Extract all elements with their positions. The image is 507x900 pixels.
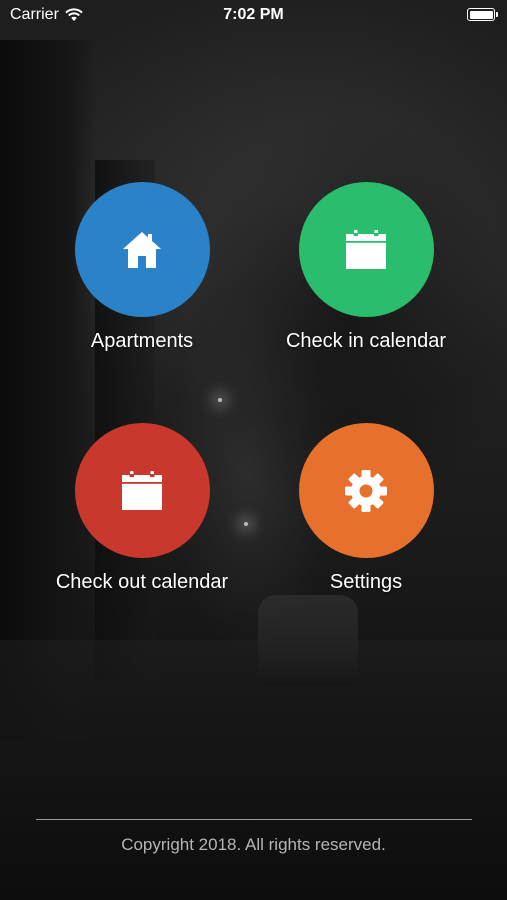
- status-time: 7:02 PM: [223, 6, 284, 23]
- battery-fill: [469, 10, 493, 19]
- calendar-icon: [345, 229, 387, 271]
- check-out-calendar-button[interactable]: Check out calendar: [27, 423, 257, 594]
- gear-icon: [343, 468, 389, 514]
- apartments-circle: [74, 182, 210, 317]
- calendar-icon: [121, 470, 163, 512]
- apartments-button[interactable]: Apartments: [27, 182, 257, 353]
- status-bar: Carrier 7:02 PM: [0, 0, 507, 30]
- settings-button[interactable]: Settings: [251, 423, 481, 594]
- footer-divider: [36, 819, 472, 820]
- apartments-label: Apartments: [90, 330, 194, 352]
- background-streetlamp: [218, 398, 222, 402]
- check-out-calendar-circle: [74, 423, 210, 558]
- check-in-calendar-button[interactable]: Check in calendar: [251, 182, 481, 353]
- background-road: [0, 640, 507, 900]
- settings-circle: [298, 423, 434, 558]
- check-out-calendar-label: Check out calendar: [55, 571, 229, 593]
- app-screen: Carrier 7:02 PM Apartments Check in cale…: [0, 0, 507, 900]
- home-icon: [121, 229, 163, 271]
- copyright-text: Copyright 2018. All rights reserved.: [121, 835, 386, 854]
- check-in-calendar-label: Check in calendar: [285, 330, 447, 352]
- settings-label: Settings: [329, 571, 403, 593]
- battery-icon: [467, 8, 498, 21]
- check-in-calendar-circle: [298, 182, 434, 317]
- background-building: [0, 40, 95, 740]
- background-car: [258, 595, 358, 685]
